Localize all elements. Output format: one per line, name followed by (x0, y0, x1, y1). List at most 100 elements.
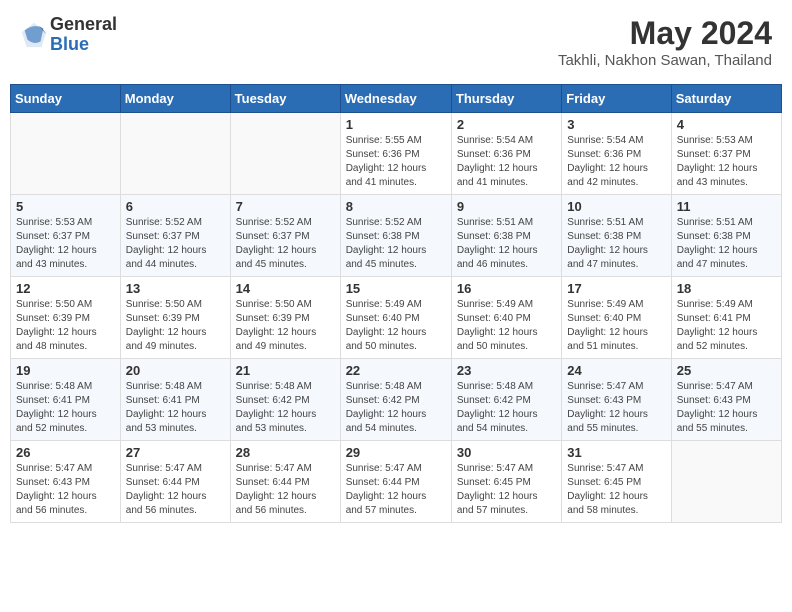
day-info: Sunrise: 5:47 AM Sunset: 6:43 PM Dayligh… (567, 380, 665, 436)
calendar-cell: 8 Sunrise: 5:52 AM Sunset: 6:38 PM Daylig… (340, 195, 451, 277)
day-info: Sunrise: 5:49 AM Sunset: 6:40 PM Dayligh… (567, 298, 665, 354)
day-info: Sunrise: 5:50 AM Sunset: 6:39 PM Dayligh… (126, 298, 225, 354)
day-number: 26 (16, 445, 115, 460)
day-info: Sunrise: 5:47 AM Sunset: 6:44 PM Dayligh… (236, 462, 335, 518)
day-info: Sunrise: 5:55 AM Sunset: 6:36 PM Dayligh… (346, 134, 446, 190)
calendar-header: SundayMondayTuesdayWednesdayThursdayFrid… (11, 85, 782, 113)
day-number: 18 (677, 281, 776, 296)
day-of-week-tuesday: Tuesday (230, 85, 340, 113)
day-number: 22 (346, 363, 446, 378)
day-number: 16 (457, 281, 556, 296)
day-of-week-wednesday: Wednesday (340, 85, 451, 113)
calendar-cell: 17 Sunrise: 5:49 AM Sunset: 6:40 PM Dayli… (562, 277, 671, 359)
day-number: 24 (567, 363, 665, 378)
logo-text: General Blue (50, 15, 117, 55)
day-info: Sunrise: 5:52 AM Sunset: 6:38 PM Dayligh… (346, 216, 446, 272)
day-info: Sunrise: 5:47 AM Sunset: 6:43 PM Dayligh… (16, 462, 115, 518)
day-of-week-saturday: Saturday (671, 85, 781, 113)
day-info: Sunrise: 5:51 AM Sunset: 6:38 PM Dayligh… (567, 216, 665, 272)
day-info: Sunrise: 5:47 AM Sunset: 6:45 PM Dayligh… (457, 462, 556, 518)
day-number: 15 (346, 281, 446, 296)
calendar-cell: 7 Sunrise: 5:52 AM Sunset: 6:37 PM Daylig… (230, 195, 340, 277)
day-info: Sunrise: 5:49 AM Sunset: 6:40 PM Dayligh… (457, 298, 556, 354)
day-number: 30 (457, 445, 556, 460)
calendar-cell: 2Sunrise: 5:54 AM Sunset: 6:36 PM Daylig… (451, 113, 561, 195)
day-number: 29 (346, 445, 446, 460)
day-number: 23 (457, 363, 556, 378)
day-info: Sunrise: 5:48 AM Sunset: 6:42 PM Dayligh… (236, 380, 335, 436)
subtitle: Takhli, Nakhon Sawan, Thailand (558, 52, 772, 69)
day-number: 19 (16, 363, 115, 378)
calendar-cell: 5Sunrise: 5:53 AM Sunset: 6:37 PM Daylig… (11, 195, 121, 277)
day-number: 17 (567, 281, 665, 296)
day-number: 8 (346, 199, 446, 214)
day-info: Sunrise: 5:48 AM Sunset: 6:41 PM Dayligh… (16, 380, 115, 436)
day-info: Sunrise: 5:54 AM Sunset: 6:36 PM Dayligh… (457, 134, 556, 190)
logo-blue: Blue (50, 35, 117, 55)
day-info: Sunrise: 5:53 AM Sunset: 6:37 PM Dayligh… (677, 134, 776, 190)
logo-general: General (50, 15, 117, 35)
calendar-cell: 21 Sunrise: 5:48 AM Sunset: 6:42 PM Dayli… (230, 359, 340, 441)
day-number: 6 (126, 199, 225, 214)
day-number: 5 (16, 199, 115, 214)
calendar-cell: 29Sunrise: 5:47 AM Sunset: 6:44 PM Dayli… (340, 441, 451, 523)
day-info: Sunrise: 5:52 AM Sunset: 6:37 PM Dayligh… (126, 216, 225, 272)
day-number: 4 (677, 117, 776, 132)
day-number: 3 (567, 117, 665, 132)
calendar-week-2: 5Sunrise: 5:53 AM Sunset: 6:37 PM Daylig… (11, 195, 782, 277)
day-info: Sunrise: 5:52 AM Sunset: 6:37 PM Dayligh… (236, 216, 335, 272)
calendar-cell: 27 Sunrise: 5:47 AM Sunset: 6:44 PM Dayli… (120, 441, 230, 523)
calendar-week-4: 19 Sunrise: 5:48 AM Sunset: 6:41 PM Dayli… (11, 359, 782, 441)
day-number: 9 (457, 199, 556, 214)
day-info: Sunrise: 5:47 AM Sunset: 6:44 PM Dayligh… (126, 462, 225, 518)
calendar-table: SundayMondayTuesdayWednesdayThursdayFrid… (10, 84, 782, 523)
day-info: Sunrise: 5:54 AM Sunset: 6:36 PM Dayligh… (567, 134, 665, 190)
day-info: Sunrise: 5:49 AM Sunset: 6:40 PM Dayligh… (346, 298, 446, 354)
day-info: Sunrise: 5:49 AM Sunset: 6:41 PM Dayligh… (677, 298, 776, 354)
calendar-cell: 22 Sunrise: 5:48 AM Sunset: 6:42 PM Dayli… (340, 359, 451, 441)
calendar-cell (11, 113, 121, 195)
days-of-week-row: SundayMondayTuesdayWednesdayThursdayFrid… (11, 85, 782, 113)
day-number: 21 (236, 363, 335, 378)
day-of-week-friday: Friday (562, 85, 671, 113)
day-number: 10 (567, 199, 665, 214)
calendar-cell: 4 Sunrise: 5:53 AM Sunset: 6:37 PM Daylig… (671, 113, 781, 195)
calendar-cell: 25Sunrise: 5:47 AM Sunset: 6:43 PM Dayli… (671, 359, 781, 441)
day-number: 27 (126, 445, 225, 460)
day-number: 31 (567, 445, 665, 460)
day-number: 28 (236, 445, 335, 460)
day-info: Sunrise: 5:48 AM Sunset: 6:42 PM Dayligh… (346, 380, 446, 436)
day-number: 25 (677, 363, 776, 378)
day-info: Sunrise: 5:51 AM Sunset: 6:38 PM Dayligh… (677, 216, 776, 272)
calendar-cell: 12 Sunrise: 5:50 AM Sunset: 6:39 PM Dayli… (11, 277, 121, 359)
day-info: Sunrise: 5:50 AM Sunset: 6:39 PM Dayligh… (236, 298, 335, 354)
day-info: Sunrise: 5:48 AM Sunset: 6:41 PM Dayligh… (126, 380, 225, 436)
calendar-cell: 30 Sunrise: 5:47 AM Sunset: 6:45 PM Dayli… (451, 441, 561, 523)
calendar-cell: 19 Sunrise: 5:48 AM Sunset: 6:41 PM Dayli… (11, 359, 121, 441)
day-number: 11 (677, 199, 776, 214)
calendar-cell: 10 Sunrise: 5:51 AM Sunset: 6:38 PM Dayli… (562, 195, 671, 277)
calendar-week-3: 12 Sunrise: 5:50 AM Sunset: 6:39 PM Dayli… (11, 277, 782, 359)
calendar-cell: 16 Sunrise: 5:49 AM Sunset: 6:40 PM Dayli… (451, 277, 561, 359)
day-of-week-sunday: Sunday (11, 85, 121, 113)
calendar-cell: 14 Sunrise: 5:50 AM Sunset: 6:39 PM Dayli… (230, 277, 340, 359)
day-number: 20 (126, 363, 225, 378)
day-number: 12 (16, 281, 115, 296)
day-info: Sunrise: 5:47 AM Sunset: 6:45 PM Dayligh… (567, 462, 665, 518)
day-number: 13 (126, 281, 225, 296)
day-info: Sunrise: 5:48 AM Sunset: 6:42 PM Dayligh… (457, 380, 556, 436)
calendar-cell (671, 441, 781, 523)
day-number: 14 (236, 281, 335, 296)
logo: General Blue (20, 15, 117, 55)
day-number: 7 (236, 199, 335, 214)
day-info: Sunrise: 5:50 AM Sunset: 6:39 PM Dayligh… (16, 298, 115, 354)
calendar-cell: 26 Sunrise: 5:47 AM Sunset: 6:43 PM Dayli… (11, 441, 121, 523)
title-block: May 2024 Takhli, Nakhon Sawan, Thailand (558, 15, 772, 69)
calendar-cell: 3 Sunrise: 5:54 AM Sunset: 6:36 PM Daylig… (562, 113, 671, 195)
calendar-cell: 13 Sunrise: 5:50 AM Sunset: 6:39 PM Dayli… (120, 277, 230, 359)
calendar-body: 1Sunrise: 5:55 AM Sunset: 6:36 PM Daylig… (11, 113, 782, 523)
calendar-cell: 31 Sunrise: 5:47 AM Sunset: 6:45 PM Dayli… (562, 441, 671, 523)
calendar-week-5: 26 Sunrise: 5:47 AM Sunset: 6:43 PM Dayli… (11, 441, 782, 523)
calendar-cell: 23 Sunrise: 5:48 AM Sunset: 6:42 PM Dayli… (451, 359, 561, 441)
day-of-week-monday: Monday (120, 85, 230, 113)
